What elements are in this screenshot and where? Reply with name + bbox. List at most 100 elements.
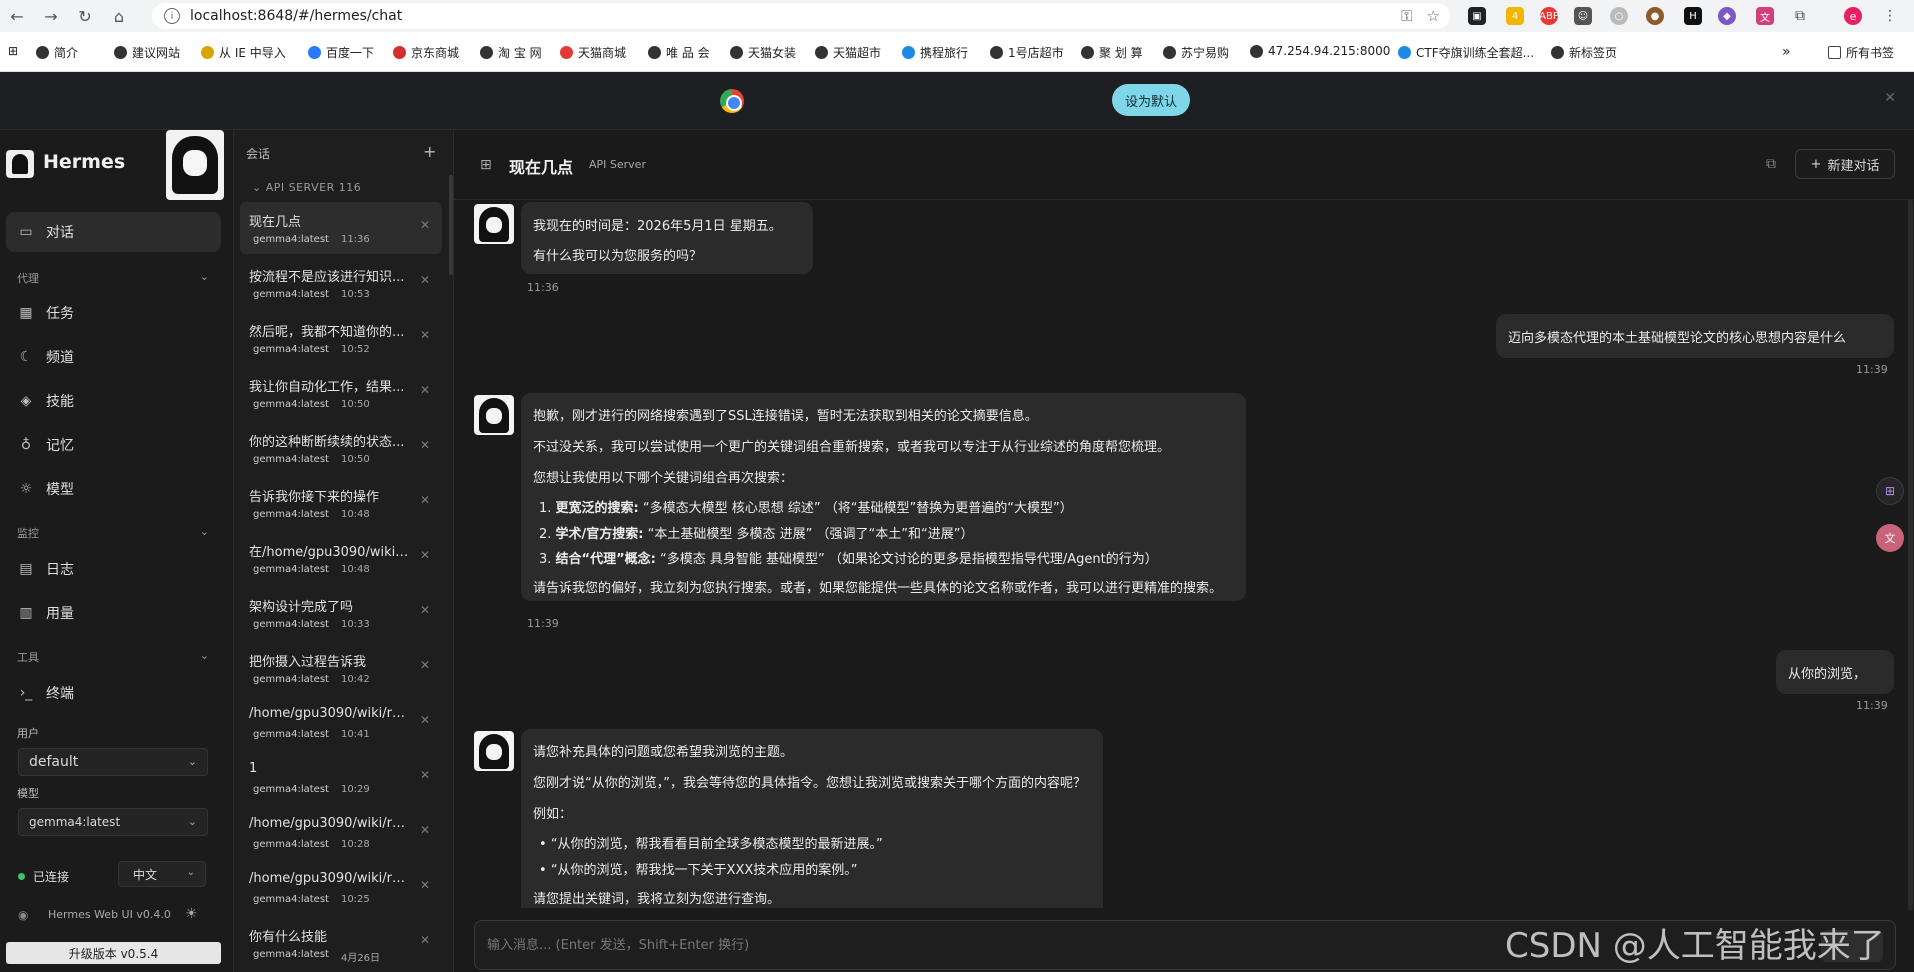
bookmark-item[interactable]: 47.254.94.215:8000 [1250, 44, 1390, 58]
profile-avatar[interactable]: e [1844, 7, 1862, 25]
section-monitor-header[interactable]: 监控 ⌄ [17, 525, 209, 541]
forward-icon[interactable]: → [40, 5, 62, 27]
h-extension-icon[interactable]: H [1684, 7, 1702, 25]
reload-icon[interactable]: ↻ [74, 5, 96, 27]
session-item[interactable]: 现在几点 gemma4:latest 11:36 ✕ [240, 202, 442, 254]
delete-session-icon[interactable]: ✕ [420, 218, 430, 232]
model-select[interactable]: gemma4:latest ⌄ [18, 808, 208, 836]
delete-session-icon[interactable]: ✕ [420, 878, 430, 892]
bookmark-item[interactable]: 天猫商城 [560, 44, 626, 61]
apps-grid-icon[interactable]: ⊞ [8, 44, 18, 58]
language-select[interactable]: 中文 ⌄ [118, 861, 206, 887]
bookmark-item[interactable]: 苏宁易购 [1163, 44, 1229, 61]
session-item[interactable]: 你有什么技能 gemma4:latest 4月26日 ✕ [240, 917, 442, 969]
theme-toggle-icon[interactable]: ☀ [185, 906, 198, 922]
nav-item-logs[interactable]: ▤ 日志 [6, 549, 221, 589]
bookmark-item[interactable]: 聚 划 算 [1081, 44, 1143, 61]
grid-icon[interactable]: ⊞ [480, 157, 492, 173]
session-scrollbar[interactable] [449, 175, 453, 275]
chat-scrollbar[interactable] [1908, 200, 1913, 910]
bookmark-item[interactable]: 淘 宝 网 [480, 44, 542, 61]
session-item[interactable]: 把你摄入过程告诉我 gemma4:latest 10:42 ✕ [240, 642, 442, 694]
extension-badge-icon[interactable]: 4 [1506, 7, 1524, 25]
session-item[interactable]: 然后呢，我都不知道你的... gemma4:latest 10:52 ✕ [240, 312, 442, 364]
session-item[interactable]: 1 gemma4:latest 10:29 ✕ [240, 752, 442, 804]
session-item[interactable]: 我让你自动化工作，结果... gemma4:latest 10:50 ✕ [240, 367, 442, 419]
delete-session-icon[interactable]: ✕ [420, 548, 430, 562]
delete-session-icon[interactable]: ✕ [420, 603, 430, 617]
delete-session-icon[interactable]: ✕ [420, 328, 430, 342]
banner-close-icon[interactable]: ✕ [1884, 90, 1896, 106]
translate-extension-icon[interactable]: 文 [1756, 7, 1774, 25]
browser-menu-icon[interactable]: ⋮ [1881, 7, 1899, 25]
adblock-icon[interactable]: ABP [1539, 7, 1559, 25]
nav-item-skills[interactable]: ◈ 技能 [6, 381, 221, 421]
site-info-icon[interactable]: i [164, 8, 180, 24]
session-model: gemma4:latest [253, 839, 329, 850]
new-chat-button[interactable]: + 新建对话 [1795, 149, 1895, 179]
apps-float-icon[interactable]: ⊞ [1876, 477, 1904, 505]
session-item[interactable]: 架构设计完成了吗 gemma4:latest 10:33 ✕ [240, 587, 442, 639]
nav-item-memory[interactable]: ♁ 记忆 [6, 425, 221, 465]
all-bookmarks-folder[interactable]: 所有书签 [1828, 44, 1894, 61]
browser-toolbar: ← → ↻ ⌂ i localhost:8648/#/hermes/chat ⚿… [0, 0, 1914, 32]
message-time: 11:36 [527, 281, 559, 294]
session-item[interactable]: 告诉我你接下来的操作 gemma4:latest 10:48 ✕ [240, 477, 442, 529]
user-select[interactable]: default ⌄ [18, 748, 208, 776]
upgrade-button[interactable]: 升级版本 v0.5.4 [6, 942, 221, 964]
section-agent-header[interactable]: 代理 ⌄ [17, 270, 209, 286]
back-icon[interactable]: ← [6, 5, 28, 27]
home-icon[interactable]: ⌂ [108, 5, 130, 27]
bookmark-item[interactable]: 建议网站 [114, 44, 180, 61]
add-session-icon[interactable]: + [423, 142, 436, 161]
copy-icon[interactable]: ⧉ [1766, 156, 1776, 172]
delete-session-icon[interactable]: ✕ [420, 658, 430, 672]
address-bar[interactable]: i localhost:8648/#/hermes/chat ⚿ ☆ [152, 3, 1450, 29]
section-tools-header[interactable]: 工具 ⌄ [17, 649, 209, 665]
session-item[interactable]: 你的这种断断续续的状态... gemma4:latest 10:50 ✕ [240, 422, 442, 474]
bookmark-item[interactable]: 天猫女装 [730, 44, 796, 61]
bookmark-item[interactable]: 百度一下 [308, 44, 374, 61]
bookmark-item[interactable]: 天猫超市 [815, 44, 881, 61]
nav-item-chat[interactable]: ▭ 对话 [6, 212, 221, 252]
password-key-icon[interactable]: ⚿ [1401, 7, 1412, 25]
delete-session-icon[interactable]: ✕ [420, 493, 430, 507]
bookmark-item[interactable]: 唯 品 会 [648, 44, 710, 61]
session-item[interactable]: /home/gpu3090/wiki/raw/a... gemma4:latest… [240, 697, 442, 749]
extension-icon[interactable]: ▣ [1468, 7, 1486, 25]
bookmark-item[interactable]: 携程旅行 [902, 44, 968, 61]
nav-item-channels[interactable]: ☾ 频道 [6, 337, 221, 377]
session-group-header[interactable]: ⌄ API SERVER 116 [252, 181, 361, 194]
session-item[interactable]: /home/gpu3090/wiki/raw/a... gemma4:latest… [240, 807, 442, 859]
delete-session-icon[interactable]: ✕ [420, 823, 430, 837]
bookmark-item[interactable]: 京东商城 [393, 44, 459, 61]
nav-item-models[interactable]: ☼ 模型 [6, 469, 221, 509]
bookmark-item[interactable]: 新标签页 [1551, 44, 1617, 61]
delete-session-icon[interactable]: ✕ [420, 438, 430, 452]
session-item[interactable]: /home/gpu3090/wiki/raw/a... gemma4:latest… [240, 862, 442, 914]
delete-session-icon[interactable]: ✕ [420, 768, 430, 782]
puzzle-extensions-icon[interactable]: ⧉ [1791, 7, 1809, 25]
ethereum-extension-icon[interactable]: ◆ [1718, 7, 1736, 25]
cookie-extension-icon[interactable]: ● [1646, 7, 1664, 25]
bookmark-item[interactable]: 简介 [36, 44, 78, 61]
session-item[interactable]: 在/home/gpu3090/wiki/tes... gemma4:latest 1… [240, 532, 442, 584]
bookmark-item[interactable]: 1号店超市 [990, 44, 1064, 61]
nav-item-tasks[interactable]: ▦ 任务 [6, 293, 221, 333]
robot-extension-icon[interactable]: ☺ [1574, 7, 1592, 25]
delete-session-icon[interactable]: ✕ [420, 383, 430, 397]
bookmarks-more-icon[interactable]: » [1782, 44, 1791, 60]
delete-session-icon[interactable]: ✕ [420, 273, 430, 287]
set-default-button[interactable]: 设为默认 [1112, 84, 1190, 116]
chat-extension-icon[interactable]: ○ [1610, 7, 1628, 25]
delete-session-icon[interactable]: ✕ [420, 933, 430, 947]
nav-item-usage[interactable]: ▥ 用量 [6, 593, 221, 633]
nav-item-terminal[interactable]: ›_ 终端 [6, 673, 221, 713]
bookmark-item[interactable]: CTF夺旗训练全套超... [1398, 44, 1534, 61]
bookmark-star-icon[interactable]: ☆ [1427, 7, 1440, 25]
translate-float-icon[interactable]: 文 [1876, 524, 1904, 552]
session-item[interactable]: 按流程不是应该进行知识... gemma4:latest 10:53 ✕ [240, 257, 442, 309]
delete-session-icon[interactable]: ✕ [420, 713, 430, 727]
bookmark-item[interactable]: 从 IE 中导入 [201, 44, 286, 61]
github-icon[interactable]: ◉ [18, 908, 28, 922]
